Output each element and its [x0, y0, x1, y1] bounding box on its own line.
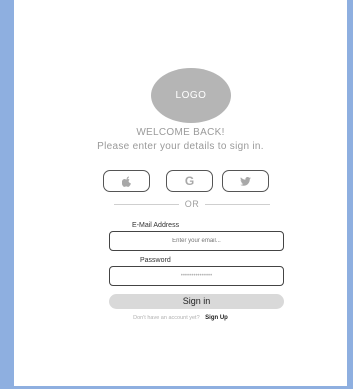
divider-line-left: [114, 203, 179, 205]
google-icon: G: [184, 174, 195, 188]
sign-up-link[interactable]: Sign Up: [205, 315, 228, 321]
login-card: LOGO WELCOME BACK! Please enter your det…: [14, 0, 347, 386]
signup-prompt-row: Don't have an account yet? Sign Up: [14, 315, 347, 321]
divider-line-right: [205, 203, 270, 205]
password-input[interactable]: •••••••••••••••: [109, 266, 284, 286]
or-divider: OR: [114, 198, 270, 210]
email-label: E-Mail Address: [132, 222, 180, 229]
logo-text: LOGO: [175, 90, 207, 101]
password-label: Password: [140, 257, 171, 264]
email-input[interactable]: [109, 231, 284, 251]
welcome-heading: WELCOME BACK!: [136, 127, 225, 138]
signup-prompt-text: Don't have an account yet?: [133, 315, 200, 321]
logo: LOGO: [151, 68, 231, 123]
twitter-signin-button[interactable]: [222, 170, 269, 192]
apple-icon: [121, 176, 132, 187]
twitter-icon: [240, 176, 251, 186]
apple-signin-button[interactable]: [103, 170, 150, 192]
sign-in-button[interactable]: Sign in: [109, 294, 284, 309]
or-text: OR: [184, 199, 200, 209]
welcome-subtitle: Please enter your details to sign in.: [97, 141, 264, 152]
google-signin-button[interactable]: G: [166, 170, 213, 192]
